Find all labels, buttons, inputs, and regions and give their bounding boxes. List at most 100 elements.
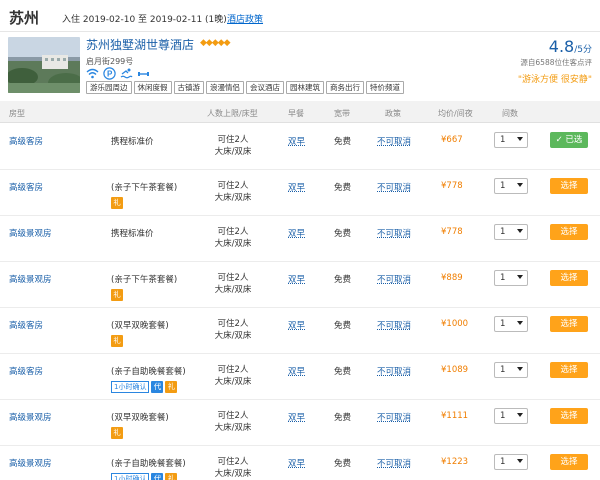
broadband-info: 免费 [334, 183, 352, 193]
room-row: 高级景观房 (亲子自助晚餐套餐) 1小时确认代礼 可住2人 大床/双床 双早 免费 不可取消 ¥… [0, 446, 600, 480]
room-type-link[interactable]: 高级景观房 [9, 273, 52, 285]
pool-icon [120, 67, 133, 80]
max-occupancy: 可住2人 [217, 457, 249, 467]
room-type-link[interactable]: 高级景观房 [9, 411, 52, 423]
occupancy-bed: 可住2人大床/双床 [212, 272, 254, 296]
breakfast-info[interactable]: 双早 [288, 457, 305, 469]
room-type-link[interactable]: 高级客房 [9, 181, 43, 193]
room-type-link[interactable]: 高级客房 [9, 135, 43, 147]
room-quantity-select[interactable]: 1 [494, 178, 528, 194]
bed-type: 大床/双床 [214, 423, 252, 433]
hotel-tags: 游乐园周边 休闲度假 古镇游 浪漫情侣 会议酒店 园林建筑 商务出行 特价频道 [86, 81, 404, 94]
breakfast-info[interactable]: 双早 [288, 181, 305, 193]
room-quantity-select[interactable]: 1 [494, 454, 528, 470]
quantity-value: 1 [500, 457, 506, 467]
top-bar: 苏州 入住 2019-02-10 至 2019-02-11 (1晚) 酒店政策 [0, 0, 600, 32]
selected-button[interactable]: ✓ 已选 [550, 132, 588, 148]
room-type-link[interactable]: 高级景观房 [9, 227, 52, 239]
room-quantity-select[interactable]: 1 [494, 224, 528, 240]
review-count[interactable]: 源自6588位住客点评 [520, 57, 592, 68]
star-rating: ◆◆◆◆◆ [200, 38, 231, 48]
breakfast-info[interactable]: 双早 [288, 273, 305, 285]
hotel-tag: 园林建筑 [286, 81, 324, 94]
review-quote: "游泳方便 很安静" [517, 75, 592, 85]
room-quantity-select[interactable]: 1 [494, 316, 528, 332]
gift-badge: 礼 [165, 473, 178, 480]
chevron-down-icon [517, 459, 523, 463]
rate-badges: 1小时确认代礼 [111, 381, 178, 393]
occupancy-bed: 可住2人 大床/双床 [212, 364, 254, 388]
occupancy-bed: 可住2人 大床/双床 [212, 180, 254, 204]
gift-badge: 礼 [111, 289, 123, 301]
hotel-summary: 苏州独墅湖世尊酒店 ◆◆◆◆◆ 启月街299号 P 游乐园周边 休闲度假 古镇游… [0, 32, 600, 100]
confirm-time-badge: 1小时确认 [111, 473, 150, 480]
breakfast-info[interactable]: 双早 [288, 227, 305, 239]
room-row: 高级客房 (亲子下午茶套餐) 礼 可住2人 大床/双床 双早 免费 不可取消 ¥778 1 选择 [0, 170, 600, 216]
quantity-value: 1 [500, 181, 506, 191]
col-breakfast: 早餐 [288, 109, 304, 118]
chevron-down-icon [517, 137, 523, 141]
select-button[interactable]: 选择 [550, 316, 588, 332]
broadband-info: 免费 [334, 321, 352, 331]
hotel-name-link[interactable]: 苏州独墅湖世尊酒店 [86, 36, 194, 53]
room-quantity-select[interactable]: 1 [494, 408, 528, 424]
room-type-link[interactable]: 高级客房 [9, 319, 43, 331]
col-qty: 间数 [502, 109, 518, 118]
select-button[interactable]: 选择 [550, 408, 588, 424]
broadband-info: 免费 [334, 275, 352, 285]
cancel-policy[interactable]: 不可取消 [377, 457, 411, 469]
hotel-tag: 会议酒店 [246, 81, 284, 94]
quantity-value: 1 [500, 227, 506, 237]
breakfast-info[interactable]: 双早 [288, 135, 305, 147]
room-type-link[interactable]: 高级客房 [9, 365, 43, 377]
breakfast-info[interactable]: 双早 [288, 365, 305, 377]
room-row: 高级景观房 (双早双晚套餐) 礼 可住2人 大床/双床 双早 免费 不可取消 ¥1111 1 选择 [0, 400, 600, 446]
room-quantity-select[interactable]: 1 [494, 270, 528, 286]
select-button[interactable]: 选择 [550, 178, 588, 194]
review-score: 4.8/5分 [549, 37, 592, 56]
select-button[interactable]: 选择 [550, 270, 588, 286]
rate-badges: 礼 [111, 289, 123, 301]
select-button[interactable]: 选择 [550, 454, 588, 470]
breakfast-info[interactable]: 双早 [288, 319, 305, 331]
hotel-policy-link[interactable]: 酒店政策 [227, 12, 263, 25]
hotel-tag: 商务出行 [326, 81, 364, 94]
hotel-tag: 休闲度假 [133, 81, 172, 94]
room-type-link[interactable]: 高级景观房 [9, 457, 52, 469]
nightly-price: ¥778 [441, 181, 463, 191]
broadband-info: 免费 [334, 137, 352, 147]
cancel-policy[interactable]: 不可取消 [377, 365, 411, 377]
cancel-policy[interactable]: 不可取消 [377, 135, 411, 147]
quantity-value: 1 [500, 365, 506, 375]
facility-icons: P [86, 66, 150, 80]
bed-type: 大床/双床 [214, 239, 252, 249]
rate-plan-name: 携程标准价 [111, 137, 154, 147]
col-price: 均价/间夜 [438, 109, 473, 118]
cancel-policy[interactable]: 不可取消 [377, 411, 411, 423]
room-row: 高级景观房 (亲子下午茶套餐) 礼 可住2人 大床/双床 双早 免费 不可取消 ¥889 1 选择 [0, 262, 600, 308]
nightly-price: ¥1111 [441, 411, 469, 421]
max-occupancy: 可住2人 [217, 135, 249, 145]
wifi-icon [86, 67, 99, 80]
fitness-icon [137, 67, 150, 80]
cancel-policy[interactable]: 不可取消 [377, 227, 411, 239]
room-quantity-select[interactable]: 1 [494, 362, 528, 378]
cancel-policy[interactable]: 不可取消 [377, 181, 411, 193]
select-button[interactable]: 选择 [550, 224, 588, 240]
cancel-policy[interactable]: 不可取消 [377, 273, 411, 285]
score-max: /5分 [574, 45, 592, 55]
col-room: 房型 [9, 109, 25, 118]
select-button[interactable]: 选择 [550, 362, 588, 378]
bed-type: 大床/双床 [214, 469, 252, 479]
max-occupancy: 可住2人 [217, 365, 249, 375]
max-occupancy: 可住2人 [217, 227, 249, 237]
room-quantity-select[interactable]: 1 [494, 132, 528, 148]
cancel-policy[interactable]: 不可取消 [377, 319, 411, 331]
breakfast-info[interactable]: 双早 [288, 411, 305, 423]
max-occupancy: 可住2人 [217, 273, 249, 283]
nightly-price: ¥667 [441, 135, 463, 145]
bed-type: 大床/双床 [214, 285, 252, 295]
hotel-photo[interactable] [8, 37, 80, 93]
col-policy: 政策 [385, 109, 401, 118]
hotel-tag: 特价频道 [366, 81, 404, 94]
